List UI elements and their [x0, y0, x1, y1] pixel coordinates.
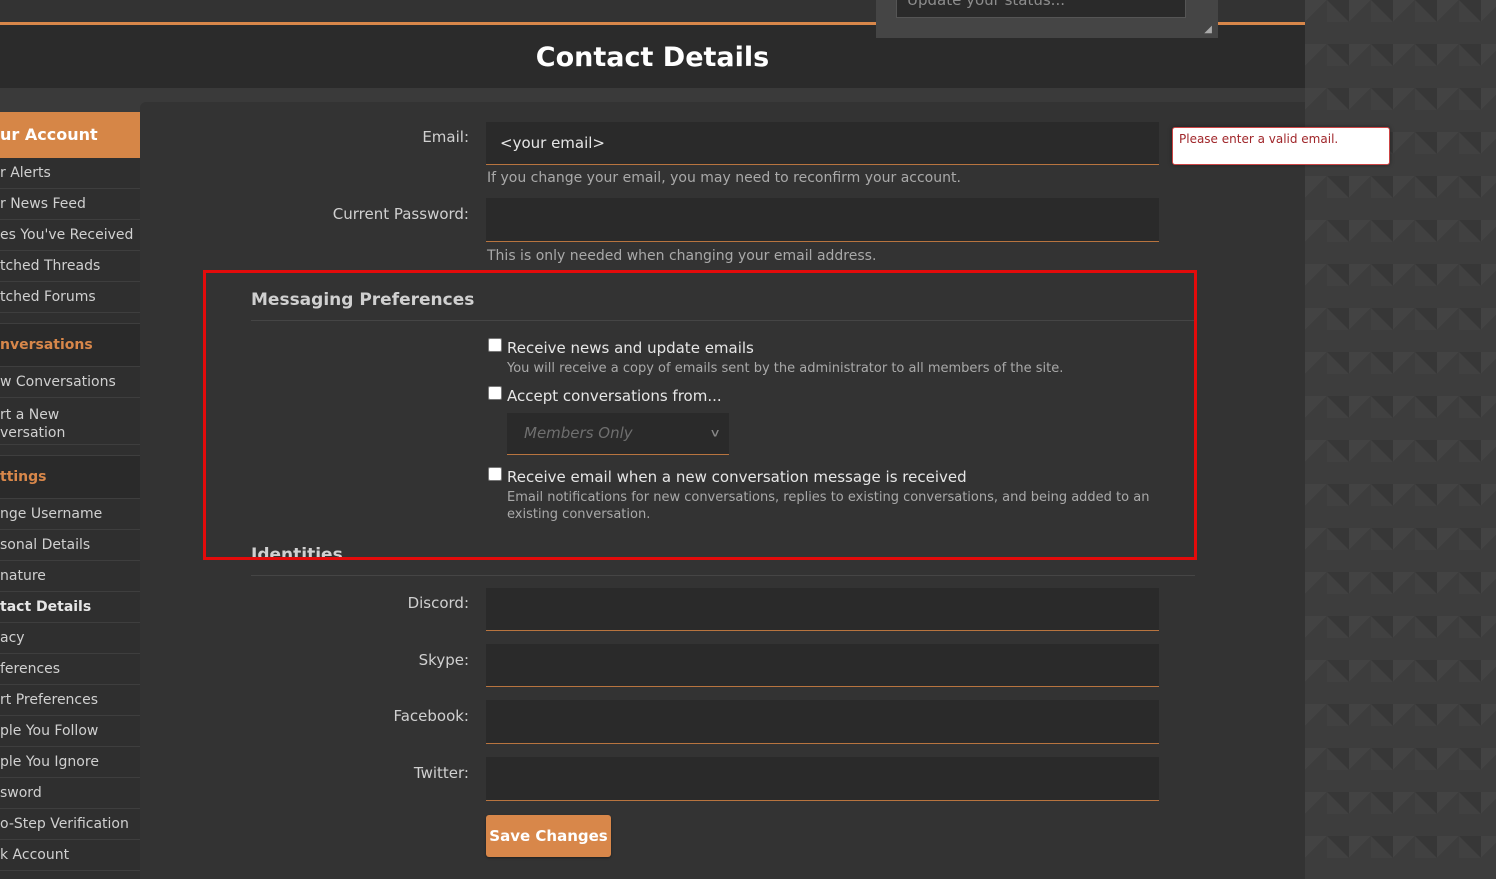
sidebar-item-alerts[interactable]: r Alerts — [0, 158, 140, 189]
sidebar-header-account[interactable]: ur Account — [0, 112, 140, 158]
password-field[interactable] — [486, 198, 1159, 242]
status-box: Update your status... ◢ — [876, 0, 1218, 38]
sidebar-item-start-conversation[interactable]: rt a New versation — [0, 398, 140, 445]
accept-conversations-checkbox[interactable] — [488, 386, 502, 400]
status-input[interactable]: Update your status... — [896, 0, 1186, 18]
password-hint: This is only needed when changing your e… — [487, 248, 877, 264]
sidebar-item-link-account[interactable]: k Account — [0, 840, 140, 871]
conversation-email-checkbox[interactable] — [488, 467, 502, 481]
sidebar-item-watched-forums[interactable]: tched Forums — [0, 282, 140, 313]
news-emails-label[interactable]: Receive news and update emails — [507, 339, 754, 357]
sidebar-item-alert-preferences[interactable]: rt Preferences — [0, 685, 140, 716]
email-field[interactable]: <your email> — [486, 122, 1159, 165]
sidebar-item-password[interactable]: sword — [0, 778, 140, 809]
facebook-field[interactable] — [486, 700, 1159, 744]
sidebar-item-news-feed[interactable]: r News Feed — [0, 189, 140, 220]
sidebar-item-privacy[interactable]: acy — [0, 623, 140, 654]
sidebar: ur Account r Alerts r News Feed es You'v… — [0, 112, 140, 879]
conversation-email-desc: Email notifications for new conversation… — [507, 490, 1150, 522]
sidebar-item-personal-details[interactable]: sonal Details — [0, 530, 140, 561]
sidebar-item-two-step[interactable]: o-Step Verification — [0, 809, 140, 840]
accept-conversations-label[interactable]: Accept conversations from... — [507, 387, 722, 405]
sidebar-item-people-you-ignore[interactable]: ple You Ignore — [0, 747, 140, 778]
facebook-label: Facebook: — [393, 707, 469, 725]
messaging-preferences-title: Messaging Preferences — [251, 290, 475, 310]
sidebar-item-likes-received[interactable]: es You've Received — [0, 220, 140, 251]
section-divider — [251, 575, 1195, 576]
news-emails-desc: You will receive a copy of emails sent b… — [507, 361, 1064, 376]
sidebar-item-view-conversations[interactable]: w Conversations — [0, 367, 140, 398]
sidebar-item-signature[interactable]: nature — [0, 561, 140, 592]
discord-field[interactable] — [486, 588, 1159, 631]
page-title: Contact Details — [535, 42, 770, 73]
chevron-down-icon: ∨ — [709, 425, 721, 440]
sidebar-item-people-you-follow[interactable]: ple You Follow — [0, 716, 140, 747]
discord-label: Discord: — [407, 594, 469, 612]
skype-field[interactable] — [486, 644, 1159, 687]
email-label: Email: — [422, 128, 469, 146]
conversation-email-label[interactable]: Receive email when a new conversation me… — [507, 468, 967, 486]
sidebar-item-contact-details[interactable]: tact Details — [0, 592, 140, 623]
sidebar-header-conversations[interactable]: nversations — [0, 323, 140, 367]
twitter-label: Twitter: — [413, 764, 469, 782]
skype-label: Skype: — [418, 651, 469, 669]
password-label: Current Password: — [332, 205, 469, 223]
email-error-tooltip: Please enter a valid email. — [1172, 127, 1390, 165]
conversations-from-select[interactable]: Members Only ∨ — [507, 413, 729, 455]
identities-title: Identities — [251, 545, 343, 557]
section-divider — [251, 320, 1195, 321]
news-emails-checkbox[interactable] — [488, 338, 502, 352]
sidebar-item-watched-threads[interactable]: tched Threads — [0, 251, 140, 282]
sidebar-item-preferences[interactable]: ferences — [0, 654, 140, 685]
resize-grip-icon[interactable]: ◢ — [1204, 24, 1212, 35]
sidebar-header-settings[interactable]: ttings — [0, 455, 140, 499]
email-hint: If you change your email, you may need t… — [487, 170, 961, 186]
select-value: Members Only — [524, 424, 633, 442]
save-button[interactable]: Save Changes — [486, 815, 611, 857]
sidebar-item-change-username[interactable]: nge Username — [0, 499, 140, 530]
twitter-field[interactable] — [486, 757, 1159, 801]
